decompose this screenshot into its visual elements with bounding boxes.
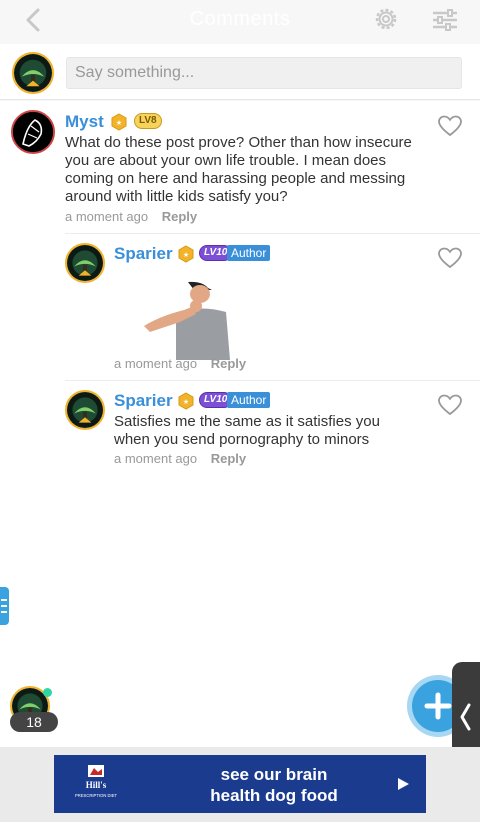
comment-time: a moment ago bbox=[65, 209, 149, 224]
avatar[interactable] bbox=[65, 243, 105, 283]
svg-text:★: ★ bbox=[116, 119, 122, 127]
hexagon-badge-icon: ★ bbox=[111, 113, 127, 131]
comment-item: Sparier ★ LV10 Author a moment ago Reply bbox=[0, 234, 480, 380]
online-count-badge: 18 bbox=[10, 712, 58, 732]
reply-button[interactable]: Reply bbox=[211, 356, 246, 371]
svg-text:★: ★ bbox=[183, 398, 189, 406]
comment-text: Satisfies me the same as it satisfies yo… bbox=[114, 413, 380, 448]
my-avatar[interactable] bbox=[12, 52, 54, 94]
filter-sliders-icon[interactable] bbox=[430, 6, 460, 34]
comment-author[interactable]: Sparier bbox=[114, 244, 173, 264]
hexagon-badge-icon: ★ bbox=[178, 392, 194, 410]
comment-meta: a moment ago Reply bbox=[114, 451, 246, 466]
ad-brand: Hill's bbox=[86, 780, 107, 790]
comment-author[interactable]: Myst bbox=[65, 112, 104, 132]
ad-banner[interactable]: Hill's PRESCRIPTION DIET see our brain h… bbox=[54, 755, 426, 813]
comment-meta: a moment ago Reply bbox=[65, 209, 197, 224]
comment-item: Sparier ★ LV10 Author Satisfies me the s… bbox=[0, 381, 480, 471]
hills-logo: Hill's PRESCRIPTION DIET bbox=[68, 763, 124, 805]
avatar[interactable] bbox=[11, 110, 55, 154]
ad-headline-1: see our brain bbox=[220, 765, 328, 784]
level-badge: LV8 bbox=[134, 113, 162, 129]
svg-text:★: ★ bbox=[183, 251, 189, 259]
online-status-dot bbox=[43, 688, 52, 697]
side-menu-tab[interactable] bbox=[0, 587, 9, 625]
avatar[interactable] bbox=[65, 390, 105, 430]
comment-author[interactable]: Sparier bbox=[114, 391, 173, 411]
top-bar: Comments bbox=[0, 0, 480, 40]
comment-input[interactable]: Say something... bbox=[66, 57, 462, 89]
ad-brand-sub: PRESCRIPTION DIET bbox=[75, 793, 118, 798]
author-badge: Author bbox=[227, 392, 271, 408]
comment-text: What do these post prove? Other than how… bbox=[65, 134, 412, 205]
heart-icon[interactable] bbox=[437, 246, 463, 270]
page-title: Comments bbox=[189, 8, 291, 30]
reply-button[interactable]: Reply bbox=[162, 209, 197, 224]
menu-lines-icon bbox=[1, 599, 7, 613]
comments-feed: Myst ★ LV8 What do these post prove? Oth… bbox=[0, 101, 480, 747]
heart-icon[interactable] bbox=[437, 114, 463, 138]
compose-row: Say something... bbox=[0, 44, 480, 100]
comment-item: Myst ★ LV8 What do these post prove? Oth… bbox=[0, 101, 480, 233]
gear-icon[interactable] bbox=[372, 5, 400, 33]
comment-meta: a moment ago Reply bbox=[114, 356, 246, 371]
reply-button[interactable]: Reply bbox=[211, 451, 246, 466]
comment-time: a moment ago bbox=[114, 451, 198, 466]
ad-headline-2: health dog food bbox=[210, 786, 338, 805]
play-arrow-icon bbox=[398, 778, 409, 790]
sticker-image[interactable] bbox=[142, 278, 234, 360]
heart-icon[interactable] bbox=[437, 393, 463, 417]
comment-time: a moment ago bbox=[114, 356, 198, 371]
author-badge: Author bbox=[227, 245, 271, 261]
ad-bar: Hill's PRESCRIPTION DIET see our brain h… bbox=[0, 747, 480, 822]
hexagon-badge-icon: ★ bbox=[178, 245, 194, 263]
